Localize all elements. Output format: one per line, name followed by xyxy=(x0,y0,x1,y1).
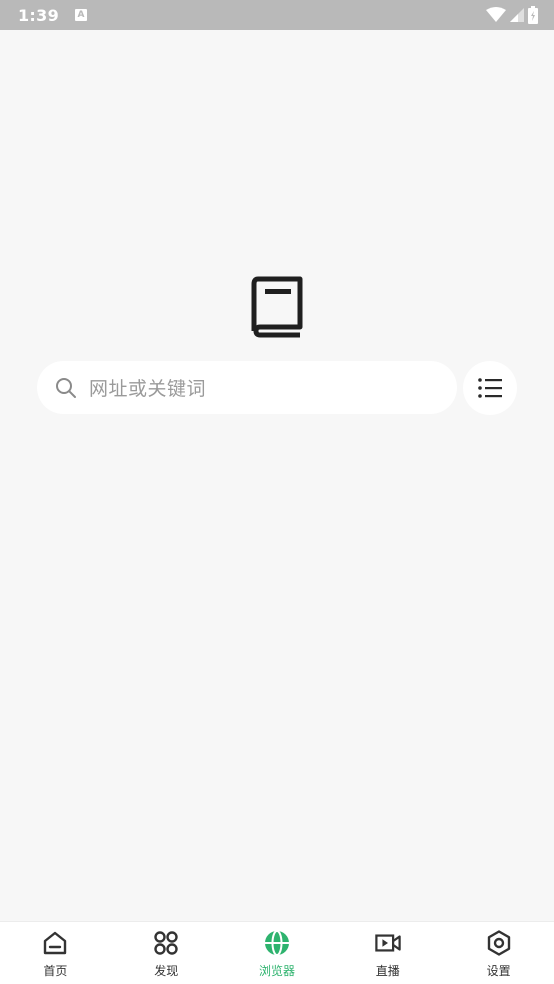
nav-item-live[interactable]: 直播 xyxy=(332,922,443,984)
nav-label-live: 直播 xyxy=(375,964,400,978)
bottom-nav: 首页 发现 浏览器 直播 设置 xyxy=(0,921,554,984)
status-bar: 1:39 A xyxy=(0,0,554,30)
book-logo-icon xyxy=(251,276,303,338)
nav-item-discover[interactable]: 发现 xyxy=(111,922,222,984)
status-time: 1:39 xyxy=(18,5,59,25)
search-input[interactable]: 网址或关键词 xyxy=(37,361,457,414)
settings-icon xyxy=(486,930,512,956)
search-placeholder: 网址或关键词 xyxy=(89,378,207,400)
nav-item-settings[interactable]: 设置 xyxy=(443,922,554,984)
notification-a-icon: A xyxy=(75,9,87,21)
status-right xyxy=(486,6,538,24)
list-icon xyxy=(478,378,502,398)
nav-label-home: 首页 xyxy=(43,964,68,978)
status-left: 1:39 A xyxy=(18,6,87,25)
home-icon xyxy=(42,930,68,956)
browser-screen: 1:39 A 网址或关键词 首页 发现 浏览器 直播 设置 xyxy=(0,0,554,984)
cell-signal-icon xyxy=(510,8,524,22)
bookmarks-list-button[interactable] xyxy=(463,361,517,415)
nav-label-settings: 设置 xyxy=(486,964,511,978)
discover-icon xyxy=(153,930,179,956)
nav-item-home[interactable]: 首页 xyxy=(0,922,111,984)
battery-icon xyxy=(528,6,538,24)
search-icon xyxy=(55,377,77,399)
nav-item-browser[interactable]: 浏览器 xyxy=(222,922,333,984)
video-icon xyxy=(375,930,401,956)
nav-label-discover: 发现 xyxy=(154,964,179,978)
globe-icon xyxy=(264,930,290,956)
wifi-icon xyxy=(486,7,506,22)
nav-label-browser: 浏览器 xyxy=(258,964,295,978)
